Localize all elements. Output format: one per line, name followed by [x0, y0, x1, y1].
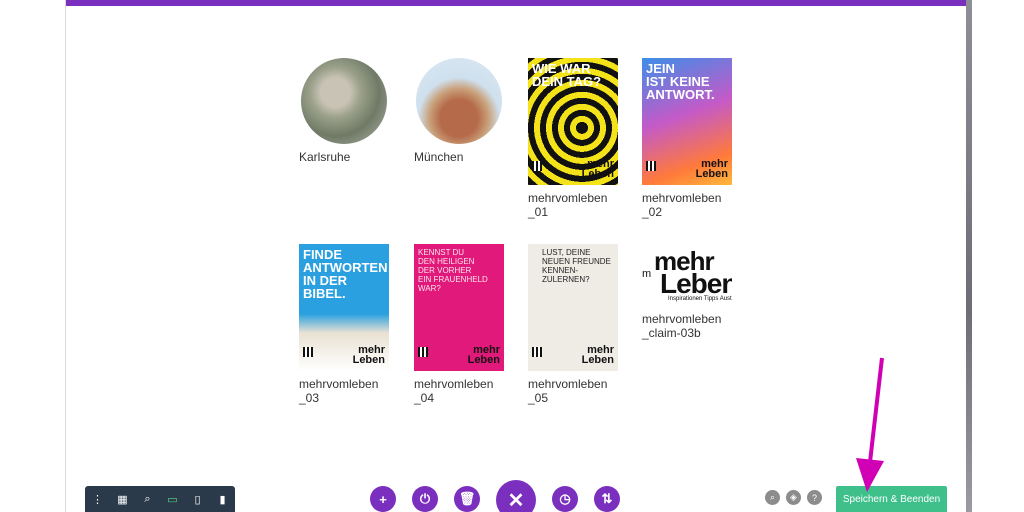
gallery-tile[interactable]: JEIN IST KEINE ANTWORT. mehr Leben mehrvom…: [642, 58, 742, 219]
right-gutter: [966, 0, 1024, 512]
add-button[interactable]: +: [370, 486, 396, 512]
tile-caption: mehrvomleben _claim-03b: [642, 312, 722, 340]
tile-caption: mehrvomleben _05: [528, 377, 608, 405]
poster-headline: KENNST DU DEN HEILIGEN DER VORHER EIN FR…: [418, 248, 488, 293]
claim-word-0: m: [642, 268, 652, 280]
right-edge-strip: [966, 0, 972, 512]
poster-headline: LUST, DEINE NEUEN FREUNDE KENNEN- ZULERN…: [542, 248, 611, 284]
gallery-tile[interactable]: FINDE ANTWORTEN IN DER BIBEL. mehr Leben m…: [299, 244, 399, 405]
poster-brand-logo: mehr Leben: [695, 158, 728, 180]
poster-thumbnail: JEIN IST KEINE ANTWORT. mehr Leben: [642, 58, 732, 185]
power-button[interactable]: ⏻: [412, 486, 438, 512]
view-toolbar: ⋮ ▦ ⌕ ▭ ▯ ▮: [85, 486, 235, 512]
gallery-tile[interactable]: mehr m Leben Inspirationen Tipps Aust mehrvo…: [642, 244, 742, 340]
tile-caption: mehrvomleben _02: [642, 191, 722, 219]
annotation-arrow-shaft: [868, 357, 884, 463]
church-towers-photo: [416, 58, 502, 144]
builder-actions: + ⏻ 🗑 ✕ ◷ ⇅: [370, 480, 622, 512]
top-accent-bar: ×: [66, 0, 1012, 6]
help-icons: ⌕ ◈?: [765, 490, 825, 506]
left-gutter: [0, 0, 66, 512]
close-button[interactable]: ✕: [496, 480, 536, 512]
gallery-tile[interactable]: KENNST DU DEN HEILIGEN DER VORHER EIN FR…: [414, 244, 514, 405]
builder-page: × Karlsruhe München WIE WAR DEIN TAG? mehr …: [0, 0, 1024, 512]
poster-brand-logo: mehr Leben: [581, 344, 614, 366]
search-icon[interactable]: ⌕: [765, 490, 780, 505]
layout-icon[interactable]: ▦: [110, 486, 135, 512]
close-icon[interactable]: ×: [1004, 0, 1012, 6]
poster-thumbnail: LUST, DEINE NEUEN FREUNDE KENNEN- ZULERN…: [528, 244, 618, 371]
qr-code-icon: [418, 347, 428, 357]
poster-headline: WIE WAR DEIN TAG?: [532, 61, 602, 89]
qr-code-icon: [532, 347, 542, 357]
tile-caption: München: [414, 150, 464, 164]
gallery-tile[interactable]: LUST, DEINE NEUEN FREUNDE KENNEN- ZULERN…: [528, 244, 628, 405]
layers-icon[interactable]: ◈: [786, 490, 801, 505]
history-button[interactable]: ◷: [552, 486, 578, 512]
qr-code-icon: [532, 161, 542, 171]
tile-caption: Karlsruhe: [299, 150, 351, 164]
phone-view-icon[interactable]: ▮: [210, 486, 235, 512]
desktop-view-icon[interactable]: ▭: [160, 486, 185, 512]
city-aerial-photo: [301, 58, 387, 144]
poster-headline: JEIN IST KEINE ANTWORT.: [646, 61, 715, 102]
claim-tagline: Inspirationen Tipps Aust: [668, 296, 732, 302]
poster-brand-logo: mehr Leben: [467, 344, 500, 366]
tile-caption: mehrvomleben _04: [414, 377, 494, 405]
poster-brand-logo: mehr Leben: [352, 344, 385, 366]
tablet-view-icon[interactable]: ▯: [185, 486, 210, 512]
poster-thumbnail: FINDE ANTWORTEN IN DER BIBEL. mehr Leben: [299, 244, 389, 371]
more-options-icon[interactable]: ⋮: [85, 486, 110, 512]
qr-code-icon: [303, 347, 313, 357]
help-icon[interactable]: ?: [807, 490, 822, 505]
gallery-tile[interactable]: München: [414, 58, 514, 164]
gallery-tile[interactable]: WIE WAR DEIN TAG? mehr Leben mehrvomleben …: [528, 58, 628, 219]
gallery-tile[interactable]: Karlsruhe: [299, 58, 399, 164]
save-and-exit-button[interactable]: Speichern & Beenden: [836, 486, 947, 512]
tile-caption: mehrvomleben _01: [528, 191, 608, 219]
claim-thumbnail: mehr m Leben Inspirationen Tipps Aust: [642, 244, 732, 306]
poster-thumbnail: KENNST DU DEN HEILIGEN DER VORHER EIN FR…: [414, 244, 504, 371]
qr-code-icon: [646, 161, 656, 171]
zoom-icon[interactable]: ⌕: [135, 486, 160, 512]
tile-caption: mehrvomleben _03: [299, 377, 379, 405]
delete-button[interactable]: 🗑: [454, 486, 480, 512]
poster-brand-logo: mehr Leben: [581, 158, 614, 180]
sort-button[interactable]: ⇅: [594, 486, 620, 512]
poster-thumbnail: WIE WAR DEIN TAG? mehr Leben: [528, 58, 618, 185]
poster-headline: FINDE ANTWORTEN IN DER BIBEL.: [303, 247, 388, 301]
